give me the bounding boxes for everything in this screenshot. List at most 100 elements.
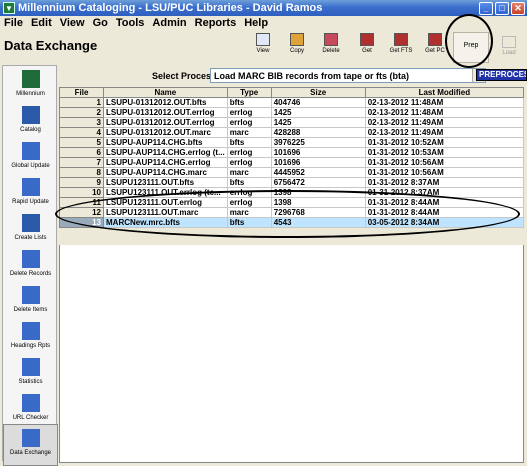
close-button[interactable]: ✕: [511, 1, 525, 15]
file-number: 4: [59, 127, 104, 138]
menu-file[interactable]: File: [0, 17, 27, 29]
file-name: LSUPU-AUP114.CHG.errlog (t...: [103, 147, 228, 158]
table-row[interactable]: 5 LSUPU-AUP114.CHG.bfts bfts 3976225 01-…: [59, 137, 525, 148]
column-header-file[interactable]: File: [59, 87, 104, 98]
page-title: Data Exchange: [4, 38, 98, 53]
load-label: Load: [502, 50, 516, 56]
file-name: LSUPU-AUP114.CHG.bfts: [103, 137, 228, 148]
sidebar-label: Rapid Update: [12, 199, 49, 205]
select-process-dropdown[interactable]: Load MARC BIB records from tape or fts (…: [210, 68, 486, 83]
file-modified: 02-13-2012 11:49AM: [364, 127, 525, 138]
file-type: bfts: [226, 97, 272, 108]
file-number: 2: [59, 107, 104, 118]
file-type: errlog: [226, 157, 272, 168]
table-row[interactable]: 1 LSUPU-01312012.OUT.bfts bfts 404746 02…: [59, 97, 525, 108]
app-icon: ▼: [3, 2, 15, 14]
window-title: Millennium Cataloging - LSU/PUC Librarie…: [18, 2, 323, 14]
maximize-button[interactable]: □: [495, 1, 509, 15]
view-label: View: [256, 48, 270, 54]
file-modified: 02-13-2012 11:49AM: [364, 117, 525, 128]
menu-edit[interactable]: Edit: [27, 17, 56, 29]
file-type: bfts: [226, 137, 272, 148]
get-pc-icon: [428, 33, 442, 46]
sidebar-label: Create Lists: [14, 235, 47, 241]
title-bar: ▼ Millennium Cataloging - LSU/PUC Librar…: [0, 0, 527, 16]
sidebar-label: Millennium: [16, 91, 45, 97]
select-process-value: Load MARC BIB records from tape or fts (…: [214, 71, 410, 81]
table-row[interactable]: 7 LSUPU-AUP114.CHG.errlog errlog 101696 …: [59, 157, 525, 168]
file-size: 1425: [270, 107, 366, 118]
view-icon: [256, 33, 270, 46]
file-number: 8: [59, 167, 104, 178]
column-header-name[interactable]: Name: [103, 87, 228, 98]
get-fts-icon: [394, 33, 408, 46]
table-row[interactable]: 4 LSUPU-01312012.OUT.marc marc 428288 02…: [59, 127, 525, 138]
headings-rpts-icon: [21, 322, 40, 340]
sidebar-item-data-exchange[interactable]: Data Exchange: [3, 424, 58, 466]
sidebar-label: Delete Items: [13, 307, 48, 313]
global-update-icon: [21, 142, 40, 160]
column-header-last-modified[interactable]: Last Modified: [364, 87, 525, 98]
sidebar-label: Catalog: [20, 127, 41, 133]
view-button[interactable]: View: [247, 33, 279, 63]
menu-reports[interactable]: Reports: [191, 17, 241, 29]
sidebar-label: URL Checker: [12, 415, 49, 421]
get-fts-label: Get FTS: [389, 48, 413, 54]
load-button: Load: [495, 36, 523, 62]
main-panel: Select Process Load MARC BIB records fro…: [58, 65, 527, 465]
get-fts-button[interactable]: Get FTS: [385, 33, 417, 63]
file-modified: 02-13-2012 11:48AM: [364, 97, 525, 108]
file-modified: 01-31-2012 10:52AM: [364, 137, 525, 148]
sidebar-label: Global Update: [11, 163, 50, 169]
data-exchange-icon: [21, 429, 40, 447]
file-modified: 01-31-2012 10:53AM: [364, 147, 525, 158]
delete-icon: [324, 33, 338, 46]
menu-go[interactable]: Go: [89, 17, 112, 29]
table-row[interactable]: 6 LSUPU-AUP114.CHG.errlog (t... errlog 1…: [59, 147, 525, 158]
file-number: 7: [59, 157, 104, 168]
statistics-icon: [21, 358, 40, 376]
file-number: 6: [59, 147, 104, 158]
file-number: 5: [59, 137, 104, 148]
table-empty-area: [59, 245, 524, 463]
preprocess-badge: PREPROCESS: [476, 69, 527, 81]
select-process-row: Select Process Load MARC BIB records fro…: [58, 68, 527, 84]
file-type: errlog: [226, 107, 272, 118]
file-size: 101696: [270, 157, 366, 168]
table-row[interactable]: 2 LSUPU-01312012.OUT.errlog errlog 1425 …: [59, 107, 525, 118]
file-modified: 02-13-2012 11:48AM: [364, 107, 525, 118]
file-number: 10: [59, 187, 104, 198]
column-header-size[interactable]: Size: [270, 87, 366, 98]
catalog-icon: [21, 106, 40, 124]
file-size: 3976225: [270, 137, 366, 148]
file-number: 1: [59, 97, 104, 108]
get-label: Get: [362, 48, 372, 54]
copy-button[interactable]: Copy: [281, 33, 313, 63]
file-size: 4445952: [270, 167, 366, 178]
file-name: LSUPU-01312012.OUT.errlog: [103, 107, 228, 118]
file-type: marc: [226, 127, 272, 138]
menu-tools[interactable]: Tools: [112, 17, 149, 29]
file-size: 1425: [270, 117, 366, 128]
delete-items-icon: [21, 286, 40, 304]
menu-help[interactable]: Help: [240, 17, 272, 29]
menu-admin[interactable]: Admin: [148, 17, 190, 29]
file-number: 3: [59, 117, 104, 128]
menu-view[interactable]: View: [56, 17, 89, 29]
file-size: 6756472: [270, 177, 366, 188]
url-checker-icon: [21, 394, 40, 412]
minimize-button[interactable]: _: [479, 1, 493, 15]
file-name: LSUPU-01312012.OUT.bfts: [103, 97, 228, 108]
get-button[interactable]: Get: [351, 33, 383, 63]
sidebar: Millennium Catalog Global Update Rapid U…: [2, 65, 58, 466]
table-row[interactable]: 8 LSUPU-AUP114.CHG.marc marc 4445952 01-…: [59, 167, 525, 178]
table-row[interactable]: 9 LSUPU123111.OUT.bfts bfts 6756472 01-3…: [59, 177, 525, 188]
column-header-type[interactable]: Type: [226, 87, 272, 98]
sidebar-label: Statistics: [18, 379, 43, 385]
delete-button[interactable]: Delete: [315, 33, 347, 63]
table-row[interactable]: 3 LSUPU-01312012.OUT.errlog errlog 1425 …: [59, 117, 525, 128]
file-name: LSUPU-AUP114.CHG.errlog: [103, 157, 228, 168]
rapid-update-icon: [21, 178, 40, 196]
file-modified: 01-31-2012 10:56AM: [364, 157, 525, 168]
sidebar-label: Delete Records: [9, 271, 52, 277]
